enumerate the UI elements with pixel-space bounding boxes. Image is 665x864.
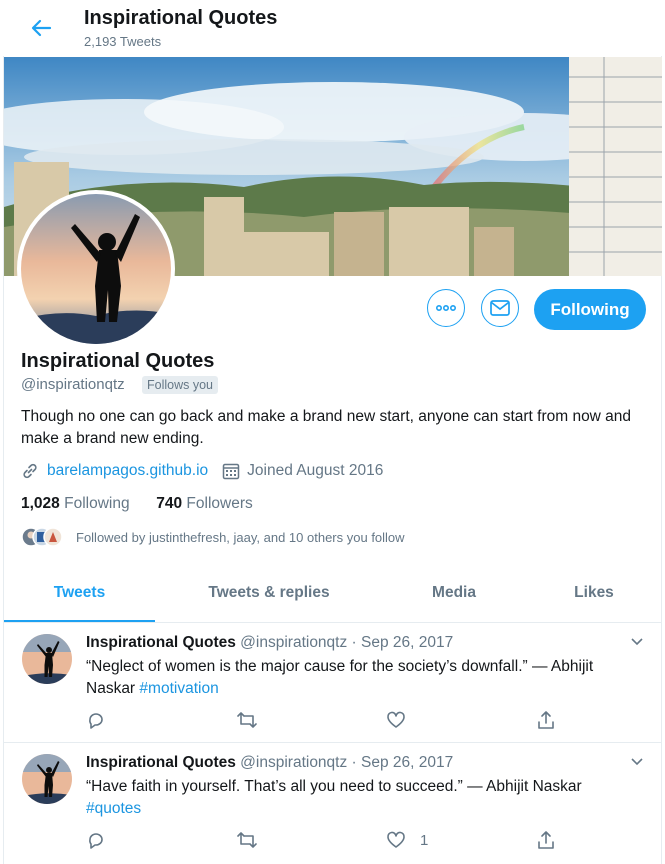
tweet-avatar[interactable] (22, 754, 72, 804)
reply-icon (89, 713, 103, 729)
follows-you-badge: Follows you (142, 376, 218, 394)
chevron-down-icon[interactable] (630, 634, 644, 648)
tweet-separator: · (351, 754, 357, 771)
profile-handle: @inspirationqtz (21, 376, 125, 393)
header-title: Inspirational Quotes (84, 7, 278, 29)
tweet-item[interactable]: Inspirational Quotes @inspirationqtz · S… (4, 623, 662, 743)
profile-website-link[interactable]: barelampagos.github.io (47, 462, 208, 480)
header-tweet-count: 2,193 Tweets (84, 34, 162, 49)
tweet-actions: 1 (86, 829, 556, 851)
tab-media[interactable]: Media (404, 570, 504, 622)
tweet-avatar[interactable] (22, 634, 72, 684)
tweet-author-name[interactable]: Inspirational Quotes (86, 634, 236, 651)
tweet-hashtag[interactable]: #quotes (86, 800, 141, 817)
profile-bio: Though no one can go back and make a bra… (21, 408, 632, 447)
tweet-author-handle[interactable]: @inspirationqtz (240, 634, 347, 651)
reply-button[interactable] (86, 829, 106, 851)
retweet-button[interactable] (236, 709, 258, 731)
mutual-follower-avatars (21, 527, 67, 547)
following-button[interactable]: Following (534, 289, 646, 330)
chevron-down-icon[interactable] (630, 754, 644, 768)
profile-avatar[interactable] (17, 190, 175, 348)
tweet-header: Inspirational Quotes @inspirationqtz · S… (86, 754, 453, 772)
share-icon (538, 831, 554, 849)
tweet-author-name[interactable]: Inspirational Quotes (86, 754, 236, 771)
retweet-button[interactable] (236, 829, 258, 851)
tweet-author-handle[interactable]: @inspirationqtz (240, 754, 347, 771)
reply-icon (89, 833, 103, 849)
followed-by-row[interactable]: Followed by justinthefresh, jaay, and 10… (21, 526, 405, 548)
following-count-link[interactable]: 1,028 Following (21, 495, 130, 512)
tweet-item[interactable]: Inspirational Quotes @inspirationqtz · S… (4, 743, 662, 864)
retweet-icon (237, 712, 257, 728)
tweet-date[interactable]: Sep 26, 2017 (361, 634, 453, 651)
tweet-date[interactable]: Sep 26, 2017 (361, 754, 453, 771)
heart-icon (387, 831, 405, 848)
calendar-icon (222, 463, 240, 480)
message-button[interactable] (481, 289, 519, 327)
reply-button[interactable] (86, 709, 106, 731)
share-button[interactable] (536, 709, 556, 731)
like-button[interactable] (386, 709, 414, 731)
follow-counts: 1,028 Following 740 Followers (21, 495, 253, 513)
tweet-text: “Have faith in yourself. That’s all you … (86, 778, 582, 817)
tab-tweets-replies[interactable]: Tweets & replies (184, 570, 354, 622)
followed-by-text: Followed by justinthefresh, jaay, and 10… (76, 529, 405, 545)
heart-icon (387, 711, 405, 728)
profile-joined-date: Joined August 2016 (247, 462, 384, 479)
link-icon (23, 463, 37, 479)
back-arrow-icon[interactable] (29, 17, 53, 39)
followers-count-link[interactable]: 740 Followers (156, 495, 253, 512)
tweet-header: Inspirational Quotes @inspirationqtz · S… (86, 634, 453, 652)
profile-name: Inspirational Quotes (21, 350, 215, 372)
more-options-button[interactable] (427, 289, 465, 327)
tweet-separator: · (351, 634, 357, 651)
tab-tweets[interactable]: Tweets (4, 570, 155, 622)
profile-tabs: Tweets Tweets & replies Media Likes (4, 570, 662, 623)
share-icon (538, 711, 554, 729)
profile-header-bar: Inspirational Quotes 2,193 Tweets (3, 0, 662, 56)
mail-icon (490, 300, 510, 316)
profile-meta: barelampagos.github.io Joined August 201… (21, 462, 383, 480)
more-dots-icon (436, 305, 456, 311)
tab-likes[interactable]: Likes (554, 570, 634, 622)
retweet-icon (237, 832, 257, 848)
tweet-actions (86, 709, 556, 731)
tweet-text: “Neglect of women is the major cause for… (86, 658, 594, 697)
tweet-hashtag[interactable]: #motivation (139, 680, 218, 697)
share-button[interactable] (536, 829, 556, 851)
like-count: 1 (420, 831, 429, 849)
like-button[interactable]: 1 (386, 829, 428, 851)
